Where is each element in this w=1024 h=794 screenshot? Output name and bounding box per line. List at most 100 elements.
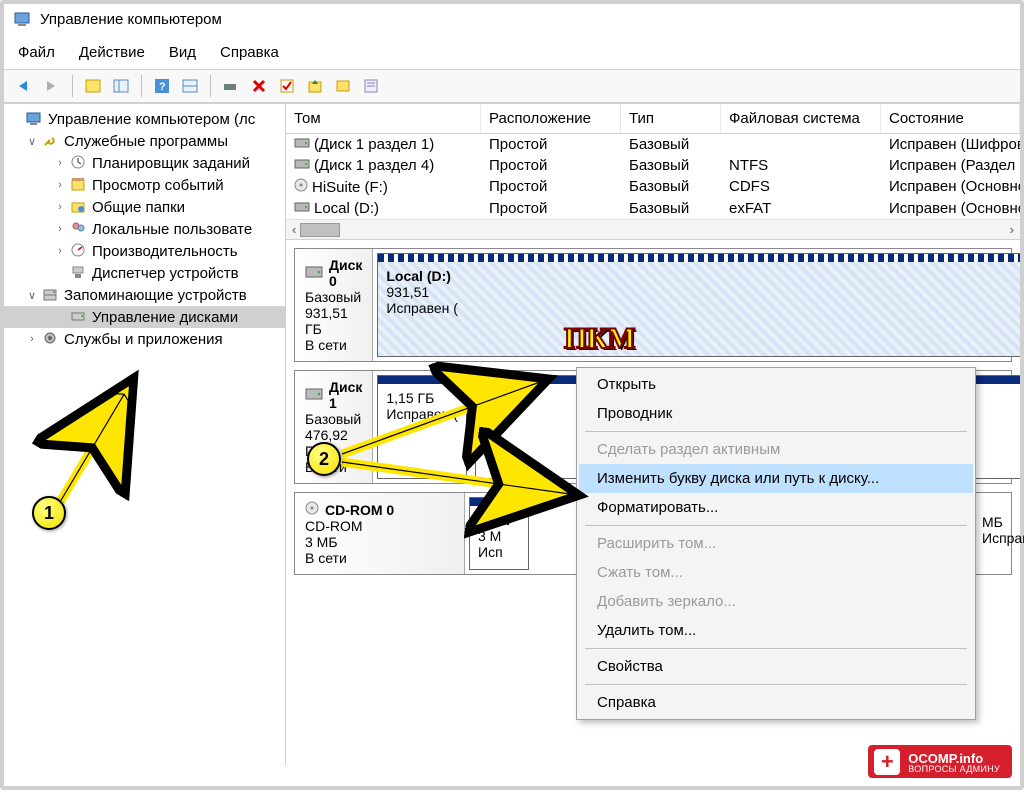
context-item-0[interactable]: Открыть bbox=[579, 370, 973, 399]
settings-button[interactable] bbox=[219, 74, 243, 98]
context-item-7: Расширить том... bbox=[579, 529, 973, 558]
panes-button[interactable] bbox=[109, 74, 133, 98]
volume-row[interactable]: Local (D:) Простой Базовый exFAT Исправе… bbox=[286, 198, 1020, 219]
tree-item-9[interactable]: Управление дисками bbox=[4, 306, 285, 328]
tree-item-3[interactable]: › Просмотр событий bbox=[4, 174, 285, 196]
search-button[interactable] bbox=[331, 74, 355, 98]
volume-row[interactable]: (Диск 1 раздел 4) Простой Базовый NTFS И… bbox=[286, 155, 1020, 176]
partition[interactable]: 1,15 ГБ Исправен ( bbox=[377, 375, 467, 479]
tree-item-8[interactable]: ∨ Запоминающие устройств bbox=[4, 284, 285, 306]
help-button[interactable]: ? bbox=[150, 74, 174, 98]
volume-status: Исправен (Шифрова bbox=[881, 134, 1020, 155]
partition-size: 3 М bbox=[478, 528, 520, 544]
volume-type: Базовый bbox=[621, 155, 721, 176]
volume-name: HiSuite (F:) bbox=[312, 179, 388, 196]
context-separator bbox=[585, 684, 967, 685]
up-button[interactable] bbox=[303, 74, 327, 98]
volume-table: Том Расположение Тип Файловая система Со… bbox=[286, 104, 1020, 240]
context-item-14[interactable]: Справка bbox=[579, 688, 973, 717]
partition-status: Исправен ( bbox=[386, 300, 1020, 316]
toolbar-separator bbox=[141, 75, 142, 97]
volume-layout: Простой bbox=[481, 155, 621, 176]
tree-twisty-icon[interactable]: ∨ bbox=[26, 135, 38, 148]
clock-icon bbox=[70, 154, 88, 172]
tree-twisty-icon[interactable]: › bbox=[54, 201, 66, 213]
volume-scrollbar[interactable]: ‹ › bbox=[286, 219, 1020, 239]
disk-status: В сети bbox=[305, 337, 362, 353]
menu-bar: Файл Действие Вид Справка bbox=[4, 34, 1020, 69]
volume-row[interactable]: (Диск 1 раздел 1) Простой Базовый Исправ… bbox=[286, 134, 1020, 155]
tree-item-10[interactable]: › Службы и приложения bbox=[4, 328, 285, 350]
back-button[interactable] bbox=[12, 74, 36, 98]
tree-twisty-icon[interactable]: › bbox=[26, 333, 38, 345]
volume-row[interactable]: HiSuite (F:) Простой Базовый CDFS Исправ… bbox=[286, 176, 1020, 198]
device-icon bbox=[70, 264, 88, 282]
storage-icon bbox=[42, 286, 60, 304]
partition-stripe bbox=[378, 376, 466, 384]
forward-button[interactable] bbox=[40, 74, 64, 98]
disk-summary: Диск 0 Базовый 931,51 ГБ В сети bbox=[295, 249, 373, 361]
context-item-1[interactable]: Проводник bbox=[579, 399, 973, 428]
partition-stripe bbox=[378, 254, 1020, 262]
volume-table-header[interactable]: Том Расположение Тип Файловая система Со… bbox=[286, 104, 1020, 134]
vol-icon bbox=[294, 200, 310, 217]
disk-type: CD-ROM bbox=[305, 518, 454, 534]
disk-icon bbox=[70, 308, 88, 326]
tree-item-0[interactable]: Управление компьютером (лс bbox=[4, 108, 285, 130]
tree-item-2[interactable]: › Планировщик заданий bbox=[4, 152, 285, 174]
tree-item-4[interactable]: › Общие папки bbox=[4, 196, 285, 218]
tree-twisty-icon[interactable]: › bbox=[54, 157, 66, 169]
delete-button[interactable] bbox=[247, 74, 271, 98]
context-separator bbox=[585, 431, 967, 432]
tree-item-label: Служебные программы bbox=[64, 133, 228, 150]
context-menu[interactable]: ОткрытьПроводникСделать раздел активнымИ… bbox=[576, 367, 976, 720]
tree-twisty-icon[interactable]: › bbox=[54, 223, 66, 235]
show-tree-button[interactable] bbox=[81, 74, 105, 98]
disk-title: Диск 1 bbox=[329, 379, 362, 411]
partition-name: Local (D:) bbox=[386, 268, 1020, 284]
tree-item-5[interactable]: › Локальные пользовате bbox=[4, 218, 285, 240]
disk-title: CD-ROM 0 bbox=[325, 502, 394, 518]
menu-view[interactable]: Вид bbox=[169, 44, 196, 61]
volume-layout: Простой bbox=[481, 134, 621, 155]
tree-item-label: Управление дисками bbox=[92, 309, 238, 326]
tree-item-label: Диспетчер устройств bbox=[92, 265, 239, 282]
services-icon bbox=[42, 330, 60, 348]
context-item-5[interactable]: Форматировать... bbox=[579, 493, 973, 522]
hdd-icon bbox=[305, 264, 323, 283]
col-status[interactable]: Состояние bbox=[881, 104, 1020, 134]
partition[interactable]: HiSu 3 М Исп bbox=[469, 497, 529, 570]
tree-item-label: Службы и приложения bbox=[64, 331, 223, 348]
disk-type: Базовый bbox=[305, 411, 362, 427]
navigation-tree[interactable]: Управление компьютером (лс∨ Служебные пр… bbox=[4, 104, 286, 765]
col-fs[interactable]: Файловая система bbox=[721, 104, 881, 134]
layout-button[interactable] bbox=[178, 74, 202, 98]
partition[interactable]: Local (D:) 931,51 Исправен ( bbox=[377, 253, 1020, 357]
partition-size: 1,15 ГБ bbox=[386, 390, 458, 406]
context-item-4[interactable]: Изменить букву диска или путь к диску... bbox=[579, 464, 973, 493]
tree-item-6[interactable]: › Производительность bbox=[4, 240, 285, 262]
window-title: Управление компьютером bbox=[40, 11, 222, 28]
partition-status: Исправен ( bbox=[386, 406, 458, 422]
properties-button[interactable] bbox=[359, 74, 383, 98]
col-volume[interactable]: Том bbox=[286, 104, 481, 134]
col-type[interactable]: Тип bbox=[621, 104, 721, 134]
check-button[interactable] bbox=[275, 74, 299, 98]
tools-icon bbox=[42, 132, 60, 150]
tree-item-7[interactable]: Диспетчер устройств bbox=[4, 262, 285, 284]
context-item-10[interactable]: Удалить том... bbox=[579, 616, 973, 645]
menu-file[interactable]: Файл bbox=[18, 44, 55, 61]
tree-twisty-icon[interactable]: › bbox=[54, 179, 66, 191]
tree-item-1[interactable]: ∨ Служебные программы bbox=[4, 130, 285, 152]
tree-item-label: Просмотр событий bbox=[92, 177, 224, 194]
context-item-12[interactable]: Свойства bbox=[579, 652, 973, 681]
volume-status: Исправен (Раздел из bbox=[881, 155, 1020, 176]
volume-name: (Диск 1 раздел 1) bbox=[314, 136, 434, 153]
tree-twisty-icon[interactable]: ∨ bbox=[26, 289, 38, 302]
col-layout[interactable]: Расположение bbox=[481, 104, 621, 134]
disk-size: 3 МБ bbox=[305, 534, 454, 550]
tree-twisty-icon[interactable]: › bbox=[54, 245, 66, 257]
disk-block-0[interactable]: Диск 0 Базовый 931,51 ГБ В сети Local (D… bbox=[294, 248, 1012, 362]
menu-help[interactable]: Справка bbox=[220, 44, 279, 61]
menu-action[interactable]: Действие bbox=[79, 44, 145, 61]
